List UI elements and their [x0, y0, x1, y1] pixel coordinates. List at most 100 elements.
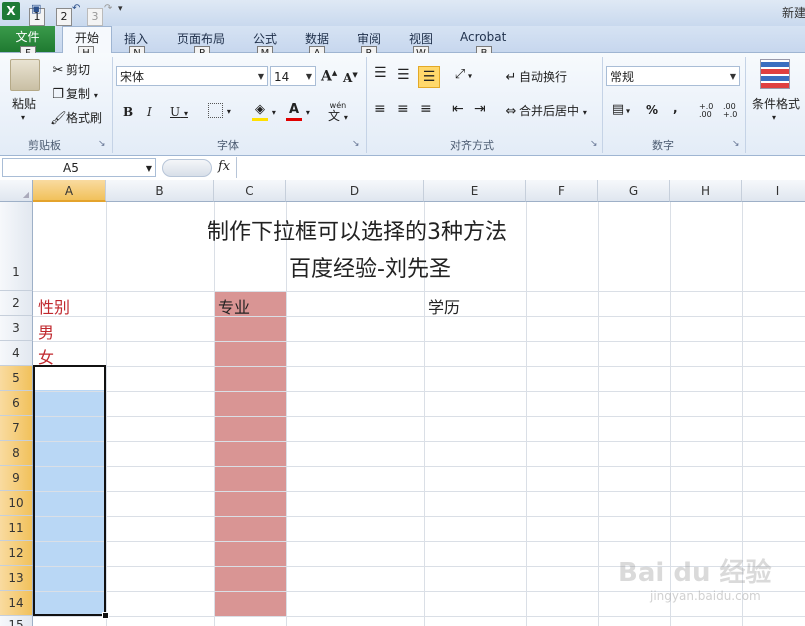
paste-dropdown-icon[interactable]: ▾ — [21, 113, 25, 122]
decrease-indent-button[interactable]: ⇤ — [452, 101, 464, 117]
row-header-3[interactable]: 3 — [0, 316, 33, 341]
align-left-button[interactable]: ≡ — [374, 101, 386, 117]
align-center-button[interactable]: ≡ — [397, 101, 409, 117]
tab-acrobat[interactable]: Acrobat — [460, 30, 506, 44]
row-header-8[interactable]: 8 — [0, 441, 33, 466]
phonetic-button[interactable]: wén 文 ▾ — [328, 101, 348, 123]
conditional-format-icon[interactable] — [760, 59, 790, 89]
italic-button[interactable]: I — [147, 105, 152, 119]
qat-key-2: 2 — [56, 8, 72, 26]
column-header-h[interactable]: H — [670, 180, 742, 202]
grow-font-button[interactable]: A▲ — [321, 68, 337, 85]
grid-line — [33, 341, 805, 342]
column-header-c[interactable]: C — [214, 180, 286, 202]
chevron-down-icon[interactable]: ▾ — [772, 113, 776, 122]
column-header-b[interactable]: B — [106, 180, 214, 202]
tab-formulas[interactable]: 公式 — [253, 30, 277, 47]
row-header-13[interactable]: 13 — [0, 566, 33, 591]
decrease-decimal-button[interactable]: .00 +.0 — [723, 103, 741, 119]
row-header-9[interactable]: 9 — [0, 466, 33, 491]
cell-a3[interactable]: 男 — [38, 319, 54, 343]
cell-a4[interactable]: 女 — [38, 344, 54, 368]
bold-button[interactable]: B — [123, 105, 133, 119]
number-format-select[interactable]: 常规 ▼ — [606, 66, 740, 86]
format-painter-button[interactable]: 🖌格式刷 — [50, 109, 102, 127]
column-header-a[interactable]: A — [33, 180, 106, 202]
cell-title-line2[interactable]: 百度经验-刘先圣 — [289, 251, 451, 283]
font-color-button[interactable]: A ▾ — [286, 102, 310, 121]
fill-handle[interactable] — [102, 612, 109, 619]
row-header-14[interactable]: 14 — [0, 591, 33, 616]
font-size-select[interactable]: 14 ▼ — [270, 66, 316, 86]
row-header-4[interactable]: 4 — [0, 341, 33, 366]
undo-icon[interactable]: ↶ — [72, 3, 80, 14]
tab-data[interactable]: 数据 — [305, 30, 329, 47]
name-box[interactable]: A5 ▼ — [2, 158, 156, 177]
row-header-7[interactable]: 7 — [0, 416, 33, 441]
cell-title-line1[interactable]: 制作下拉框可以选择的3种方法 — [207, 214, 507, 246]
wrap-text-button[interactable]: ↵ 自动换行 — [503, 68, 567, 86]
accounting-format-button[interactable]: ▤ ▾ — [610, 102, 630, 118]
number-launcher-icon[interactable]: ↘ — [732, 139, 740, 149]
baidu-watermark-logo: Bai du 经验 — [618, 558, 772, 588]
wrap-text-label: 自动换行 — [519, 70, 568, 84]
column-header-i[interactable]: I — [742, 180, 805, 202]
align-middle-button[interactable]: ☰ — [397, 67, 410, 83]
orientation-button[interactable]: ⤢ ▾ — [452, 67, 472, 83]
row-header-2[interactable]: 2 — [0, 291, 33, 316]
save-icon[interactable]: ▣ — [31, 2, 41, 15]
paste-icon[interactable] — [10, 59, 40, 91]
chevron-down-icon: ▼ — [257, 72, 264, 81]
conditional-format-button[interactable]: 条件格式 — [752, 95, 800, 112]
row-header-15[interactable]: 15 — [0, 616, 33, 626]
insert-function-icon[interactable]: fx — [218, 159, 230, 174]
row-header-1[interactable]: 1 — [0, 202, 33, 291]
row-header-6[interactable]: 6 — [0, 391, 33, 416]
chevron-down-icon: ▼ — [729, 72, 736, 81]
tab-insert[interactable]: 插入 — [124, 30, 148, 47]
row-header-10[interactable]: 10 — [0, 491, 33, 516]
tab-page-layout[interactable]: 页面布局 — [177, 30, 225, 47]
align-bottom-button[interactable]: ☰ — [418, 66, 440, 88]
select-all-corner[interactable]: ◢ — [0, 180, 33, 202]
clipboard-launcher-icon[interactable]: ↘ — [98, 139, 106, 149]
underline-button[interactable]: U ▾ — [170, 105, 188, 119]
shrink-font-button[interactable]: A▼ — [343, 70, 358, 85]
grid-line — [526, 202, 527, 626]
font-name-select[interactable]: 宋体 ▼ — [116, 66, 268, 86]
tab-review[interactable]: 审阅 — [357, 30, 381, 47]
fill-color-button[interactable]: ◈ ▾ — [252, 102, 276, 121]
redo-icon[interactable]: ↷ — [104, 3, 112, 14]
formula-bar-splitter[interactable] — [162, 159, 212, 177]
increase-indent-button[interactable]: ⇥ — [474, 101, 486, 117]
clipboard-group-label: 剪贴板 — [28, 139, 61, 152]
row-header-12[interactable]: 12 — [0, 541, 33, 566]
column-header-g[interactable]: G — [598, 180, 670, 202]
column-header-e[interactable]: E — [424, 180, 526, 202]
cell-e2[interactable]: 学历 — [428, 294, 460, 318]
cut-button[interactable]: ✂ 剪切 — [50, 61, 90, 79]
font-name-value: 宋体 — [120, 70, 145, 84]
align-top-button[interactable]: ☰ — [374, 65, 387, 81]
cell-a2[interactable]: 性别 — [38, 294, 70, 318]
formula-input[interactable] — [236, 157, 805, 178]
increase-decimal-button[interactable]: +.0 .00 — [699, 103, 717, 119]
row-header-11[interactable]: 11 — [0, 516, 33, 541]
tab-view[interactable]: 视图 — [409, 30, 433, 47]
cell-c2[interactable]: 专业 — [218, 294, 250, 318]
customize-qat-icon[interactable]: ▾ — [118, 4, 123, 14]
worksheet-grid[interactable]: ◢ A B C D E F G H I 1 2 3 4 5 6 7 8 9 10… — [0, 180, 805, 626]
borders-button[interactable]: ▾ — [208, 103, 231, 118]
copy-button[interactable]: ❐ 复制 ▾ — [50, 85, 98, 103]
column-header-d[interactable]: D — [286, 180, 424, 202]
alignment-launcher-icon[interactable]: ↘ — [590, 139, 598, 149]
align-right-button[interactable]: ≡ — [420, 101, 432, 117]
column-header-f[interactable]: F — [526, 180, 598, 202]
excel-icon[interactable]: X — [2, 2, 20, 20]
merge-center-button[interactable]: ⇔ 合并后居中 ▾ — [503, 102, 587, 120]
comma-button[interactable]: , — [673, 101, 678, 115]
percent-button[interactable]: % — [646, 103, 658, 117]
paste-button[interactable]: 粘贴 — [12, 95, 36, 112]
font-launcher-icon[interactable]: ↘ — [352, 139, 360, 149]
row-header-5[interactable]: 5 — [0, 366, 33, 391]
